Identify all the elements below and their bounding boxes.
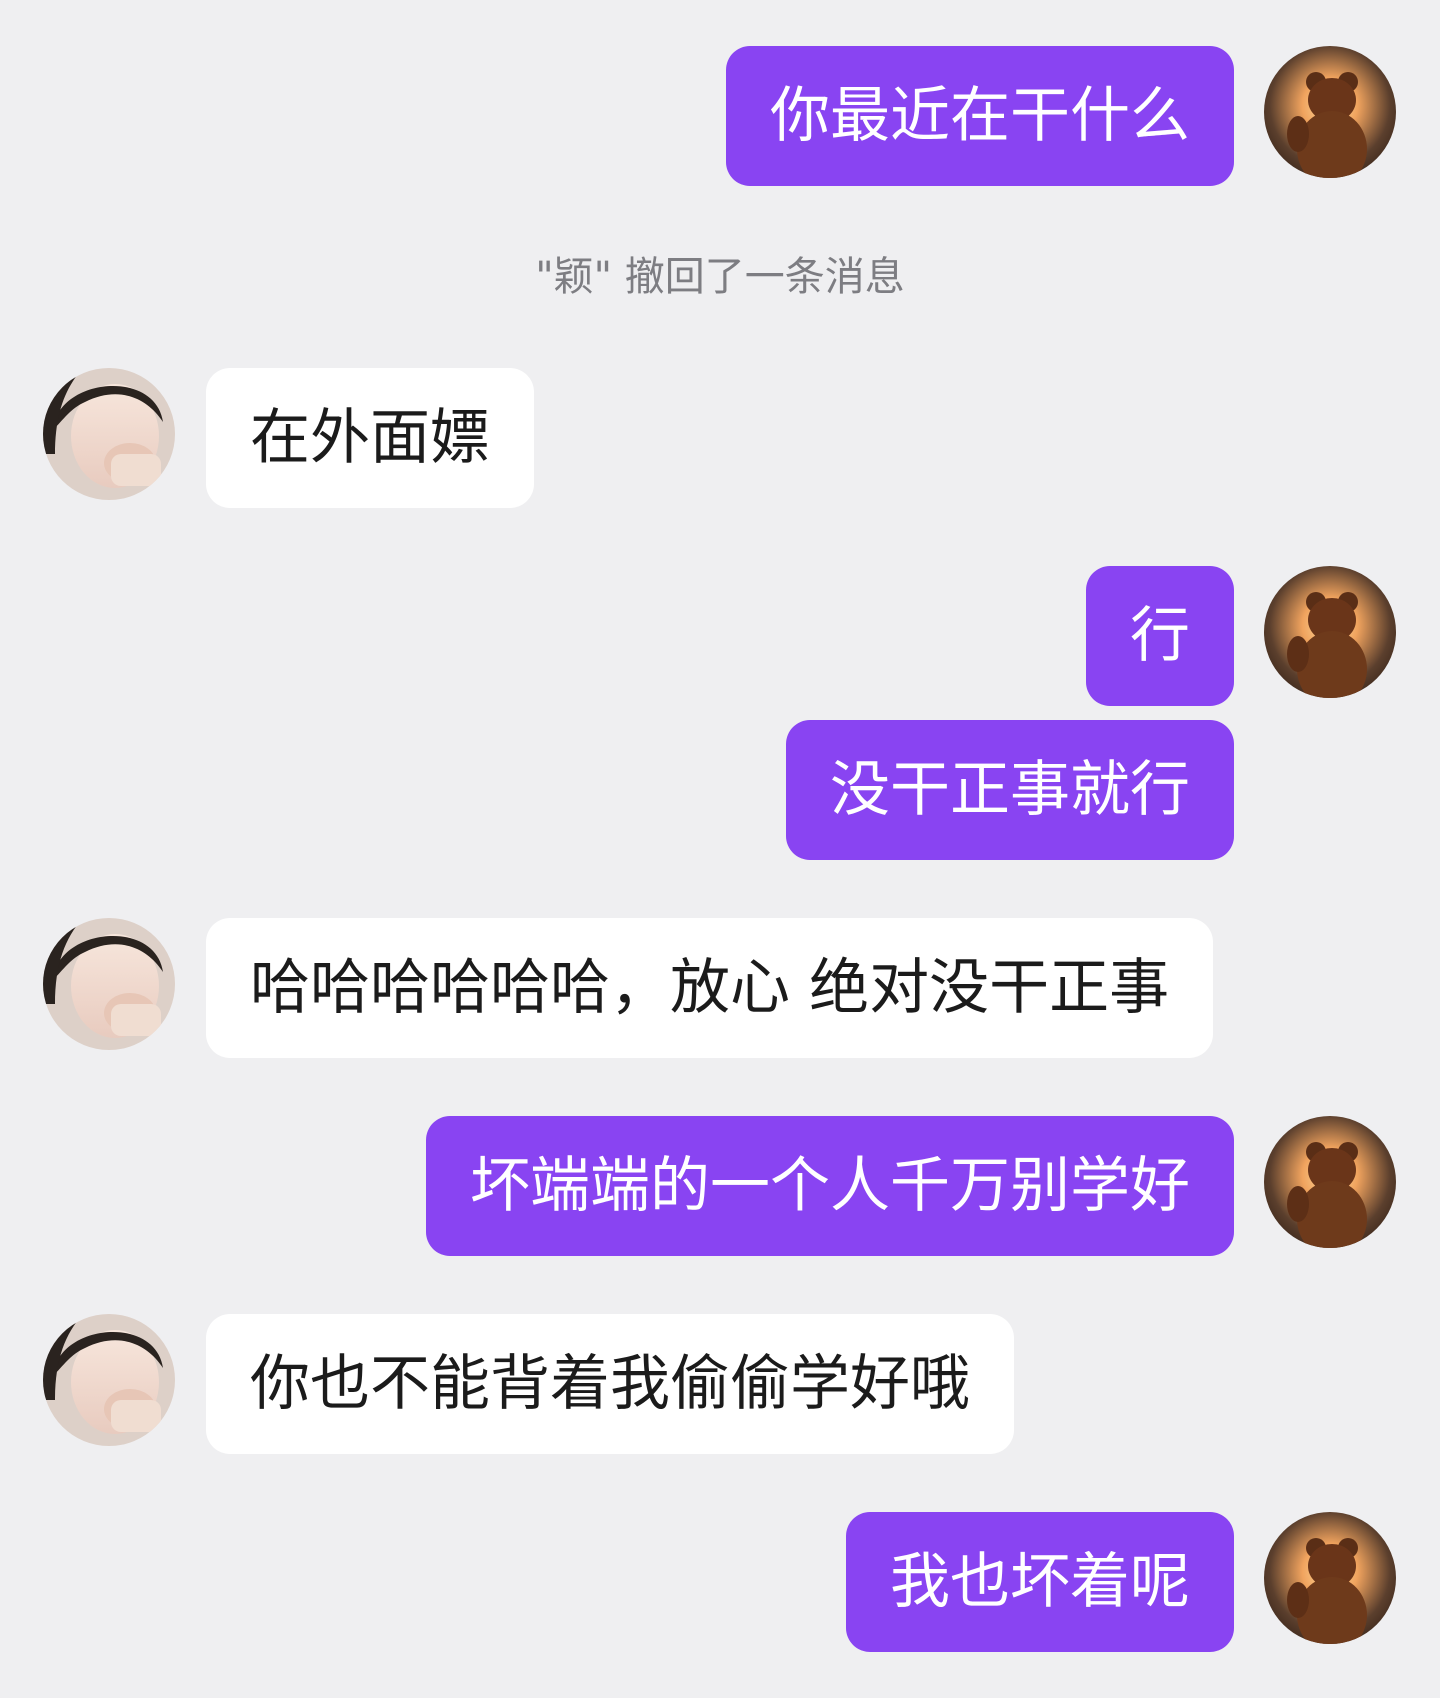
girl-avatar-icon[interactable] bbox=[43, 1314, 175, 1446]
teddy-bear-avatar-icon[interactable] bbox=[1264, 46, 1396, 178]
teddy-bear-avatar-icon[interactable] bbox=[1264, 566, 1396, 698]
message-bubble-received[interactable]: 在外面嫖 bbox=[206, 368, 534, 508]
chat-view: 你最近在干什么 "颖" 撤回了一条消息 在外面嫖 行 没干正事就行 哈哈哈哈哈哈… bbox=[0, 0, 1440, 1698]
message-bubble-sent[interactable]: 没干正事就行 bbox=[786, 720, 1234, 860]
message-bubble-received[interactable]: 你也不能背着我偷偷学好哦 bbox=[206, 1314, 1014, 1454]
message-bubble-sent[interactable]: 坏端端的一个人千万别学好 bbox=[426, 1116, 1234, 1256]
teddy-bear-avatar-icon[interactable] bbox=[1264, 1512, 1396, 1644]
girl-avatar-icon[interactable] bbox=[43, 918, 175, 1050]
message-bubble-sent[interactable]: 你最近在干什么 bbox=[726, 46, 1234, 186]
message-bubble-sent[interactable]: 我也坏着呢 bbox=[846, 1512, 1234, 1652]
teddy-bear-avatar-icon[interactable] bbox=[1264, 1116, 1396, 1248]
message-row-sent: 我也坏着呢 bbox=[0, 1512, 1440, 1652]
message-row-received: 哈哈哈哈哈哈，放心 绝对没干正事 bbox=[0, 918, 1440, 1058]
message-row-sent: 你最近在干什么 bbox=[0, 46, 1440, 186]
recalled-message-notice: "颖" 撤回了一条消息 bbox=[535, 254, 905, 300]
girl-avatar-icon[interactable] bbox=[43, 368, 175, 500]
message-row-received: 你也不能背着我偷偷学好哦 bbox=[0, 1314, 1440, 1454]
message-row-sent: 没干正事就行 bbox=[0, 720, 1440, 860]
message-bubble-sent[interactable]: 行 bbox=[1086, 566, 1234, 706]
message-row-sent: 坏端端的一个人千万别学好 bbox=[0, 1116, 1440, 1256]
message-bubble-received[interactable]: 哈哈哈哈哈哈，放心 绝对没干正事 bbox=[206, 918, 1214, 1058]
message-row-received: 在外面嫖 bbox=[0, 368, 1440, 508]
message-row-sent: 行 bbox=[0, 566, 1440, 706]
